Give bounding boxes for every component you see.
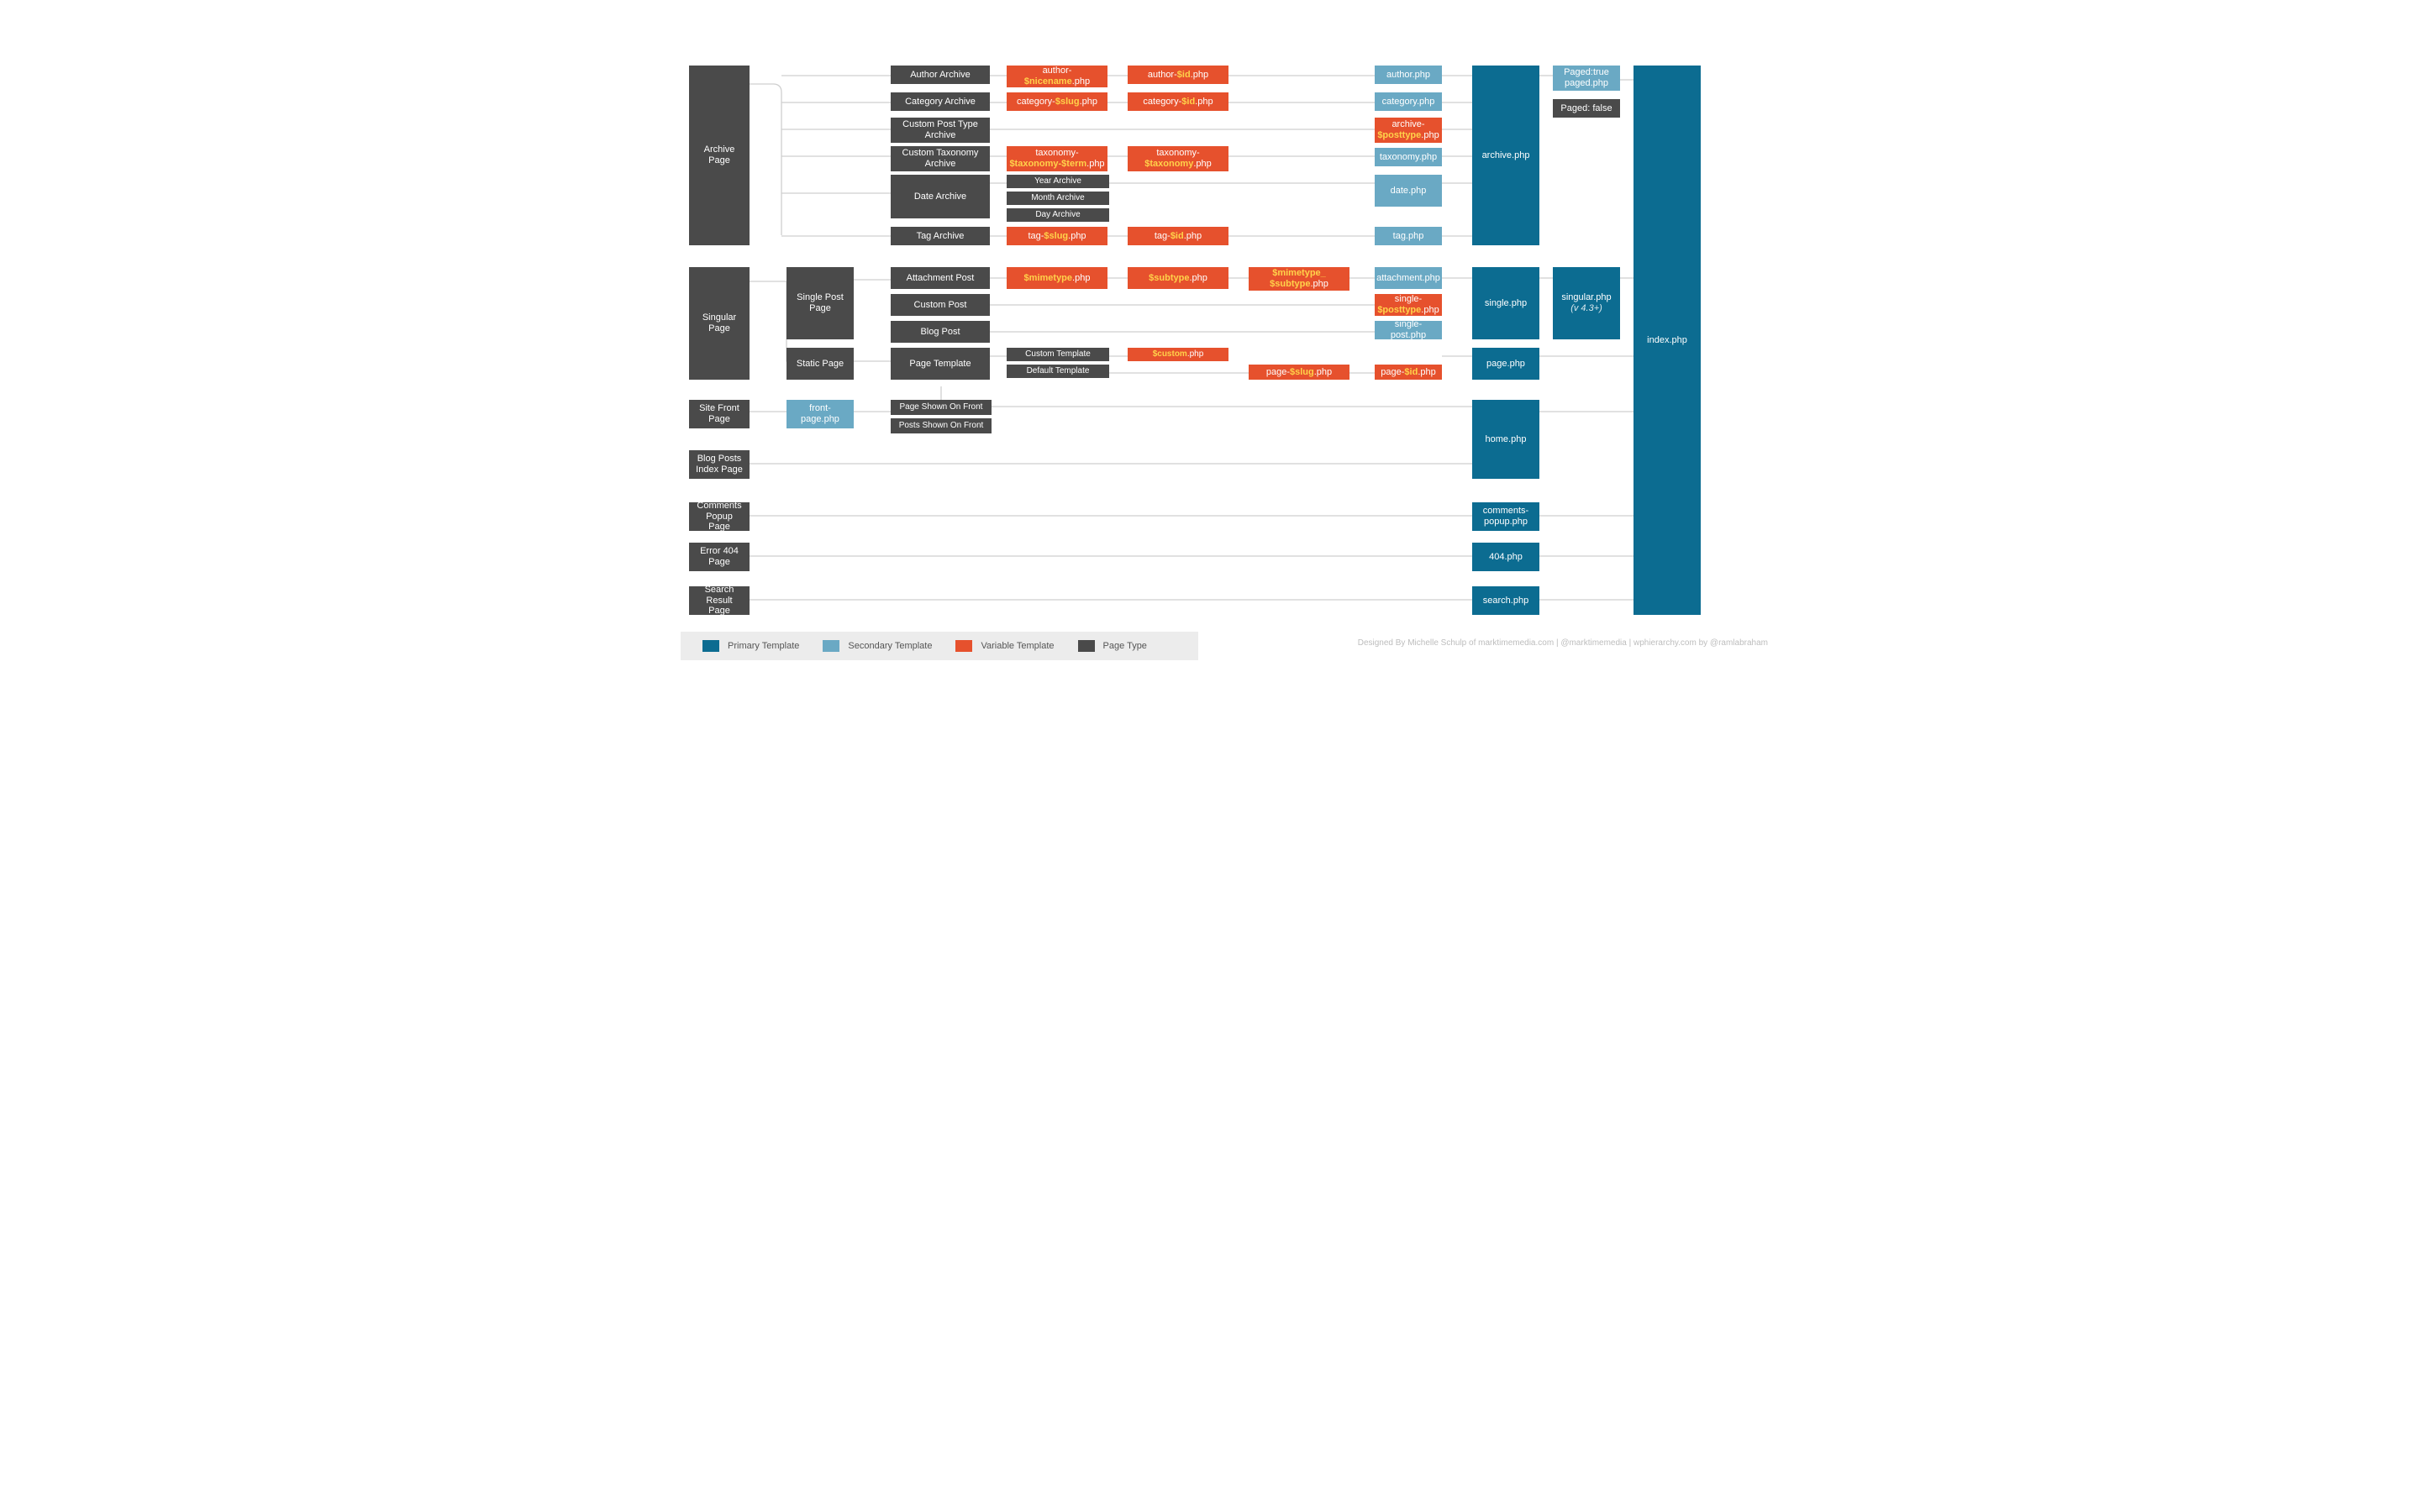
tpl-singular-php: singular.php(v 4.3+) bbox=[1553, 267, 1620, 339]
credit-line: Designed By Michelle Schulp of marktimem… bbox=[1358, 638, 1768, 648]
tpl-date-php: date.php bbox=[1375, 175, 1442, 207]
tpl-front-page-php: front-page.php bbox=[786, 400, 854, 428]
tpl-subtype: $subtype.php bbox=[1128, 267, 1228, 289]
tpl-taxonomy-term: taxonomy-$taxonomy-$term.php bbox=[1007, 146, 1107, 171]
tpl-tag-slug: tag-$slug.php bbox=[1007, 227, 1107, 245]
legend-page-type: Page Type bbox=[1078, 640, 1147, 652]
tpl-single-posttype: single-$posttype.php bbox=[1375, 294, 1442, 316]
subtype-page-shown-front: Page Shown On Front bbox=[891, 400, 992, 415]
subtype-page-template: Page Template bbox=[891, 348, 990, 380]
legend-secondary: Secondary Template bbox=[823, 640, 932, 652]
page-type-search-result: Search ResultPage bbox=[689, 586, 750, 615]
legend-variable: Variable Template bbox=[955, 640, 1054, 652]
tpl-index-php: index.php bbox=[1634, 66, 1701, 615]
lbl-paged-false: Paged: false bbox=[1553, 99, 1620, 118]
tpl-tag-php: tag.php bbox=[1375, 227, 1442, 245]
page-type-site-front: Site FrontPage bbox=[689, 400, 750, 428]
tpl-author-php: author.php bbox=[1375, 66, 1442, 84]
subtype-default-template: Default Template bbox=[1007, 365, 1109, 378]
subtype-year-archive: Year Archive bbox=[1007, 175, 1109, 188]
swatch-secondary-icon bbox=[823, 640, 839, 652]
tpl-page-id: page-$id.php bbox=[1375, 365, 1442, 380]
tpl-attachment-php: attachment.php bbox=[1375, 267, 1442, 289]
swatch-primary-icon bbox=[702, 640, 719, 652]
subtype-category-archive: Category Archive bbox=[891, 92, 990, 111]
tpl-archive-posttype: archive-$posttype.php bbox=[1375, 118, 1442, 143]
legend-primary: Primary Template bbox=[702, 640, 799, 652]
page-type-singular: Singular Page bbox=[689, 267, 750, 380]
subtype-month-archive: Month Archive bbox=[1007, 192, 1109, 205]
tpl-comments-popup-php: comments-popup.php bbox=[1472, 502, 1539, 531]
tpl-mimetype-subtype: $mimetype_$subtype.php bbox=[1249, 267, 1349, 291]
page-type-archive: Archive Page bbox=[689, 66, 750, 245]
legend: Primary Template Secondary Template Vari… bbox=[681, 632, 1198, 660]
tpl-404-php: 404.php bbox=[1472, 543, 1539, 571]
subtype-attachment-post: Attachment Post bbox=[891, 267, 990, 289]
subtype-ctax-archive: Custom TaxonomyArchive bbox=[891, 146, 990, 171]
page-type-blog-index: Blog PostsIndex Page bbox=[689, 450, 750, 479]
subtype-blog-post: Blog Post bbox=[891, 321, 990, 343]
tpl-search-php: search.php bbox=[1472, 586, 1539, 615]
subtype-date-archive: Date Archive bbox=[891, 175, 990, 218]
subtype-day-archive: Day Archive bbox=[1007, 208, 1109, 222]
subtype-author-archive: Author Archive bbox=[891, 66, 990, 84]
tpl-taxonomy: taxonomy-$taxonomy.php bbox=[1128, 146, 1228, 171]
tpl-category-php: category.php bbox=[1375, 92, 1442, 111]
tpl-page-php: page.php bbox=[1472, 348, 1539, 380]
subtype-tag-archive: Tag Archive bbox=[891, 227, 990, 245]
subtype-custom-template: Custom Template bbox=[1007, 348, 1109, 361]
tpl-custom: $custom.php bbox=[1128, 348, 1228, 361]
swatch-variable-icon bbox=[955, 640, 972, 652]
tpl-home-php: home.php bbox=[1472, 400, 1539, 479]
page-type-single-post-page: Single Post Page bbox=[786, 267, 854, 339]
tpl-single-post-php: single-post.php bbox=[1375, 321, 1442, 339]
tpl-mimetype: $mimetype.php bbox=[1007, 267, 1107, 289]
page-type-error-404: Error 404Page bbox=[689, 543, 750, 571]
swatch-page-icon bbox=[1078, 640, 1095, 652]
tpl-category-slug: category-$slug.php bbox=[1007, 92, 1107, 111]
tpl-archive-php: archive.php bbox=[1472, 66, 1539, 245]
subtype-custom-post: Custom Post bbox=[891, 294, 990, 316]
tpl-author-nicename: author-$nicename.php bbox=[1007, 66, 1107, 87]
tpl-tag-id: tag-$id.php bbox=[1128, 227, 1228, 245]
tpl-page-slug: page-$slug.php bbox=[1249, 365, 1349, 380]
page-type-static-page: Static Page bbox=[786, 348, 854, 380]
subtype-posts-shown-front: Posts Shown On Front bbox=[891, 418, 992, 433]
tpl-single-php: single.php bbox=[1472, 267, 1539, 339]
tpl-category-id: category-$id.php bbox=[1128, 92, 1228, 111]
page-type-comments-popup: CommentsPopup Page bbox=[689, 502, 750, 531]
subtype-cpt-archive: Custom Post TypeArchive bbox=[891, 118, 990, 143]
tpl-taxonomy-php: taxonomy.php bbox=[1375, 148, 1442, 166]
tpl-author-id: author-$id.php bbox=[1128, 66, 1228, 84]
tpl-paged-true: Paged:truepaged.php bbox=[1553, 66, 1620, 91]
